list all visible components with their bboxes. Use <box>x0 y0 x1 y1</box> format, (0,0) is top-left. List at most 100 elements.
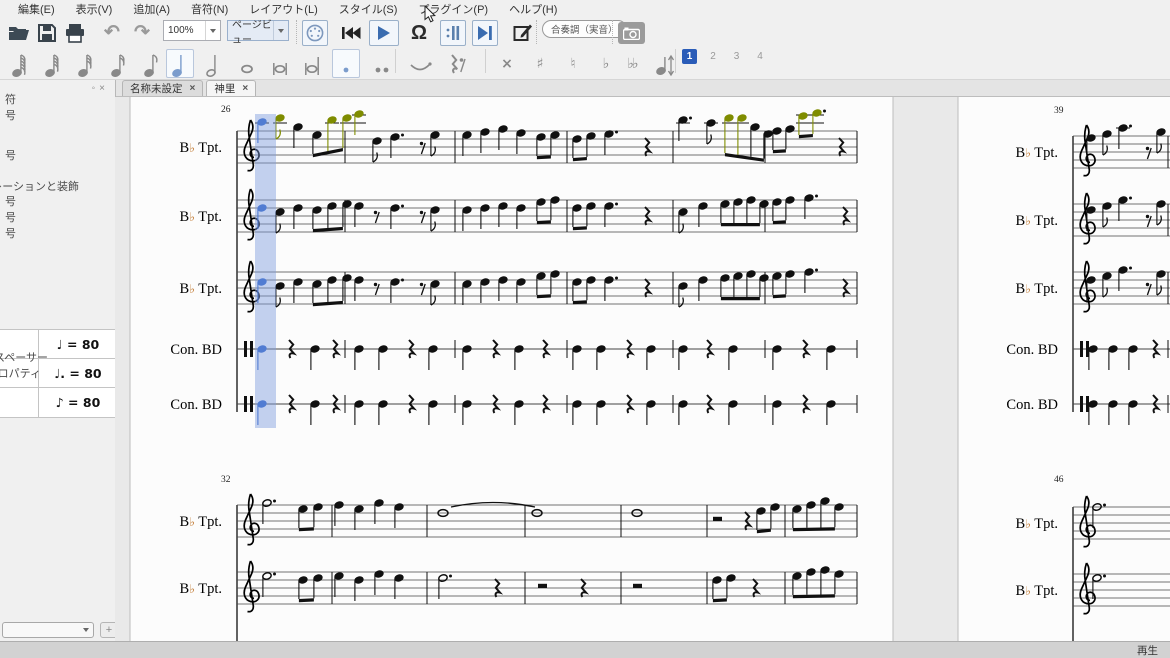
sharp-icon[interactable]: ♯ <box>526 49 554 78</box>
note-half-icon[interactable] <box>200 49 228 78</box>
palette-item-label[interactable]: 号 <box>5 147 16 163</box>
toolbar-separator <box>612 20 615 44</box>
rest[interactable] <box>374 283 377 286</box>
double-dot-icon[interactable] <box>368 49 396 78</box>
save-button[interactable] <box>34 20 60 46</box>
instrument-label[interactable]: B♭ Tpt. <box>1016 583 1058 599</box>
instrument-label[interactable]: B♭ Tpt. <box>180 281 222 297</box>
instrument-label[interactable]: B♭ Tpt. <box>180 514 222 530</box>
view-mode-select[interactable]: ページビュー <box>227 20 289 41</box>
voice-1-button[interactable]: 1 <box>682 49 697 64</box>
instrument-label[interactable]: Con. BD <box>170 397 222 413</box>
note-input-pencil-icon[interactable] <box>510 20 536 46</box>
image-capture-button[interactable] <box>618 22 645 44</box>
tempo-cell[interactable]: 80 <box>0 388 39 417</box>
print-button[interactable] <box>62 20 88 46</box>
rest[interactable] <box>713 517 722 521</box>
tempo-cell[interactable]: ♪ = 80 <box>39 388 116 417</box>
instrument-label[interactable]: Con. BD <box>170 342 222 358</box>
note-16th-icon[interactable] <box>105 49 133 78</box>
note-quarter-icon[interactable] <box>166 49 194 78</box>
rest[interactable] <box>420 142 423 145</box>
play-button[interactable] <box>369 20 399 46</box>
augmentation-dot-icon[interactable] <box>332 49 360 78</box>
instrument-label[interactable]: B♭ Tpt. <box>180 581 222 597</box>
toolbar-separator <box>675 49 677 73</box>
instrument-label[interactable]: B♭ Tpt. <box>180 209 222 225</box>
menu-item-2[interactable]: 追加(A) <box>133 1 170 17</box>
score-canvas[interactable]: B♭ Tpt.B♭ Tpt.B♭ Tpt.Con. BDCon. BD26B♭ … <box>115 97 1170 641</box>
rewind-button[interactable] <box>338 20 364 46</box>
voice-4-button[interactable]: 4 <box>753 49 768 64</box>
rest[interactable] <box>1146 215 1149 218</box>
main-toolbar: ↶ ↷ 100% ページビュー Ω 合奏調（実音） <box>0 18 1170 48</box>
measure-number: 39 <box>1054 106 1064 116</box>
add-palette-button[interactable]: + <box>100 622 116 638</box>
note-breve-icon[interactable] <box>266 49 294 78</box>
menu-item-3[interactable]: 音符(N) <box>191 1 228 17</box>
rest[interactable] <box>420 211 423 214</box>
percussion-clef-icon <box>244 396 247 412</box>
palette-close-icon[interactable]: × <box>99 83 109 94</box>
double-flat-icon[interactable]: ♭♭ <box>618 49 646 78</box>
menu-item-5[interactable]: スタイル(S) <box>339 1 398 17</box>
note-32nd-icon[interactable] <box>72 49 100 78</box>
mouse-cursor <box>424 6 436 29</box>
pan-score-toggle[interactable] <box>440 20 466 46</box>
tie-icon[interactable] <box>406 49 434 78</box>
instrument-label[interactable]: B♭ Tpt. <box>180 140 222 156</box>
instrument-label[interactable]: B♭ Tpt. <box>1016 213 1058 229</box>
rest[interactable] <box>374 211 377 214</box>
score-tab-1[interactable]: 神里× <box>206 80 256 96</box>
voice-2-button[interactable]: 2 <box>706 49 721 64</box>
double-flat-icon: ♭♭ <box>627 56 636 72</box>
zoom-dropdown-arrow <box>205 21 216 40</box>
palette-item-label[interactable]: 号 <box>5 209 16 225</box>
play-repeats-toggle[interactable] <box>472 20 498 46</box>
view-mode-value: ページビュー <box>232 16 273 46</box>
note-whole-icon[interactable] <box>233 49 261 78</box>
tempo-cell[interactable]: ♩. = 80 <box>39 359 116 387</box>
rest[interactable] <box>1146 283 1149 286</box>
instrument-label[interactable]: Con. BD <box>1006 342 1058 358</box>
voice-3-button[interactable]: 3 <box>729 49 744 64</box>
midi-input-toggle[interactable] <box>302 20 328 46</box>
natural-icon[interactable]: ♮ <box>559 49 587 78</box>
redo-button[interactable]: ↷ <box>128 20 156 46</box>
palette-item-label[interactable]: 符 <box>5 91 16 107</box>
rest[interactable] <box>538 584 547 588</box>
instrument-label[interactable]: B♭ Tpt. <box>1016 145 1058 161</box>
percussion-clef-icon <box>1080 341 1083 357</box>
note-longa-icon[interactable] <box>299 49 327 78</box>
zoom-select[interactable]: 100% <box>163 20 221 41</box>
selection-highlight <box>255 114 276 428</box>
note-64th-icon[interactable] <box>39 49 67 78</box>
palette-item-label[interactable]: 号 <box>5 225 16 241</box>
menu-item-0[interactable]: 編集(E) <box>18 1 55 17</box>
palette-item-label[interactable]: 号 <box>5 107 16 123</box>
score-tab-0[interactable]: 名称未設定× <box>122 80 203 96</box>
undo-button[interactable]: ↶ <box>98 20 126 46</box>
menu-item-7[interactable]: ヘルプ(H) <box>509 1 557 17</box>
menu-item-1[interactable]: 表示(V) <box>76 1 113 17</box>
palette-item-label[interactable]: 号 <box>5 193 16 209</box>
double-sharp-icon[interactable]: × <box>493 49 521 78</box>
palette-item-label[interactable]: キュレーションと装飾 <box>0 178 79 194</box>
palette-item-label[interactable]: プロパティ <box>0 365 41 381</box>
instrument-label[interactable]: B♭ Tpt. <box>1016 516 1058 532</box>
palette-item-label[interactable]: とスペーサー <box>0 349 48 365</box>
tab-close-icon[interactable]: × <box>242 83 248 94</box>
open-file-button[interactable] <box>6 20 32 46</box>
flat-icon[interactable]: ♭ <box>592 49 620 78</box>
tab-close-icon[interactable]: × <box>190 83 196 94</box>
rest[interactable] <box>420 283 423 286</box>
instrument-label[interactable]: B♭ Tpt. <box>1016 281 1058 297</box>
rest[interactable] <box>633 584 642 588</box>
tempo-cell[interactable]: ♩ = 80 <box>39 330 116 358</box>
instrument-label[interactable]: Con. BD <box>1006 397 1058 413</box>
rest-icon[interactable] <box>444 49 472 78</box>
rest[interactable] <box>1146 147 1149 150</box>
note-128th-icon[interactable] <box>6 49 34 78</box>
note-8th-icon[interactable] <box>138 49 166 78</box>
palette-search-select[interactable] <box>2 622 94 638</box>
